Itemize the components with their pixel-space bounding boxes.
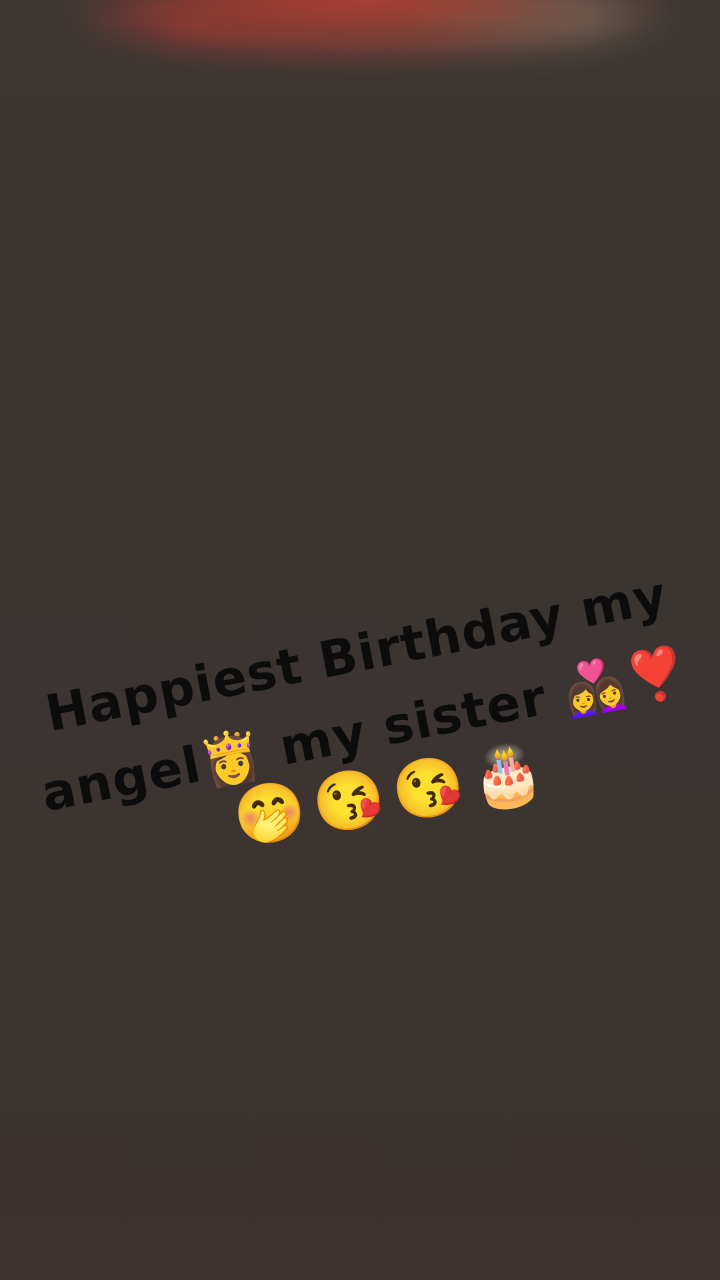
- kiss-face-emoji: 😘: [387, 751, 469, 827]
- birthday-cake-emoji: 🎂: [466, 738, 549, 815]
- birthday-caption: Happiest Birthday my angel👸 my sister 👩‍…: [36, 540, 694, 900]
- caption-word-angel: angel: [36, 735, 207, 824]
- kiss-face-emoji: 😘: [308, 763, 390, 840]
- couple-with-heart-emoji: 👩‍❤️‍👩: [558, 653, 632, 721]
- heart-exclamation-emoji: ❣️: [620, 641, 694, 709]
- hand-over-mouth-emoji: 🤭: [228, 776, 311, 852]
